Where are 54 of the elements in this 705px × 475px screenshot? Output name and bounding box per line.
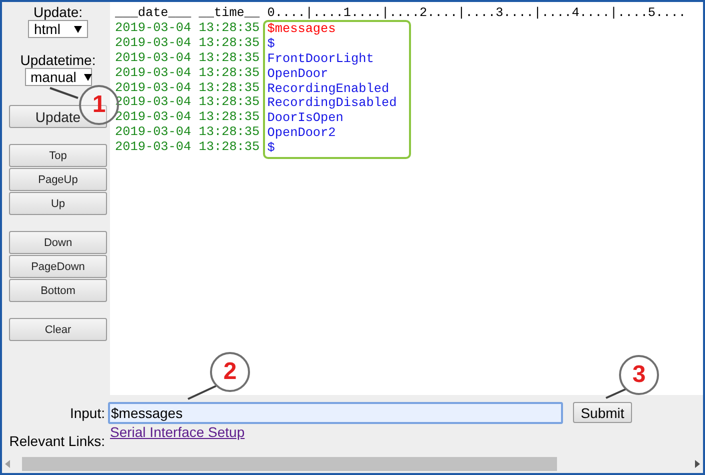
update-select[interactable]: html	[28, 20, 88, 38]
log-message: RecordingEnabled	[267, 82, 390, 96]
updatetime-select[interactable]: manual	[24, 68, 92, 86]
link[interactable]: Serial Interface Setup	[110, 424, 245, 440]
time-column-header: __time__	[198, 6, 260, 21]
log-date: 2019-03-04	[115, 20, 192, 36]
date-column-header: ___date___	[115, 6, 192, 21]
updatetime-label: Updatetime:	[20, 52, 96, 68]
sidebar-button[interactable]: Clear	[9, 318, 107, 341]
submit-button[interactable]: Submit	[573, 402, 632, 423]
log-time: 13:28:35	[198, 110, 260, 126]
log-message: $messages	[267, 22, 337, 37]
sidebar-button[interactable]: Down	[9, 231, 107, 254]
log-date: 2019-03-04	[115, 140, 192, 156]
callout-number: 3	[619, 355, 659, 395]
dropdown-caret-icon	[74, 26, 82, 32]
scroll-right-icon[interactable]	[695, 460, 700, 468]
log-message: FrontDoorLight	[267, 52, 375, 67]
sidebar-button[interactable]: Bottom	[9, 279, 107, 302]
log-time: 13:28:35	[198, 50, 260, 66]
log-time: 13:28:35	[198, 20, 260, 36]
leader-line	[188, 385, 216, 400]
log-time: 13:28:35	[198, 140, 260, 156]
log-date: 2019-03-04	[115, 66, 192, 81]
scroll-left-icon[interactable]	[5, 460, 10, 468]
log-time: 13:28:35	[198, 95, 260, 110]
log-message: DoorIsOpen	[267, 111, 344, 126]
log-time: 13:28:35	[198, 80, 260, 96]
log-message: OpenDoor2	[267, 126, 337, 142]
log-time: 13:28:35	[198, 125, 260, 140]
horizontal-scrollbar[interactable]	[2, 456, 703, 472]
log-message: RecordingDisabled	[267, 96, 397, 112]
log-message: OpenDoor	[267, 66, 330, 82]
log-time: 13:28:35	[198, 66, 260, 81]
input-label: Input:	[68, 404, 106, 420]
scrollbar-thumb[interactable]	[22, 457, 557, 471]
sidebar-button[interactable]: PageUp	[9, 168, 107, 191]
input-field[interactable]: $messages	[108, 402, 563, 424]
log-message: $	[267, 141, 276, 156]
leader-line	[606, 388, 626, 399]
sidebar-button[interactable]: Top	[9, 144, 107, 167]
log-time: 13:28:35	[198, 36, 260, 51]
links-label: Relevant Links:	[8, 432, 106, 449]
log-date: 2019-03-04	[115, 50, 192, 66]
update-label: Update:	[33, 4, 83, 20]
dropdown-caret-icon	[84, 74, 92, 80]
leader-line	[50, 87, 78, 99]
sidebar-button[interactable]: Up	[9, 192, 107, 215]
log-message: $	[267, 36, 276, 52]
column-ruler: 0....|....1....|....2....|....3....|....4....|....5....	[267, 6, 686, 21]
sidebar-button[interactable]: PageDown	[9, 255, 107, 278]
log-date: 2019-03-04	[115, 36, 192, 51]
callout-number: 2	[210, 352, 250, 392]
log-date: 2019-03-04	[115, 125, 192, 140]
